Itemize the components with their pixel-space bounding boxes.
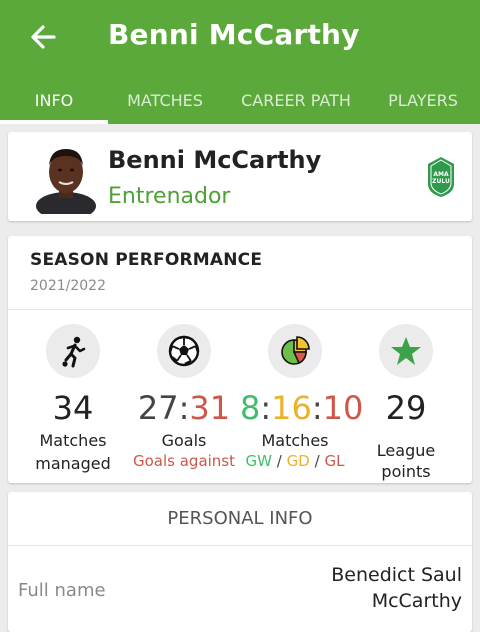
drawn-value: 16	[271, 389, 312, 427]
legend-slash: /	[314, 452, 320, 470]
soccer-ball-icon	[157, 324, 211, 378]
coach-role: Entrenador	[108, 184, 231, 209]
active-tab-indicator	[0, 120, 108, 124]
page-title: Benni McCarthy	[108, 18, 360, 51]
legend-slash: /	[276, 452, 282, 470]
svg-text:ZULU: ZULU	[432, 178, 450, 185]
season-performance-card: SEASON PERFORMANCE 2021/2022 34 Matches …	[8, 236, 472, 483]
star-icon	[379, 324, 433, 378]
tab-info[interactable]: INFO	[0, 78, 108, 124]
tab-players[interactable]: PLAYERS	[370, 78, 476, 124]
app-bar: Benni McCarthy INFO MATCHES CAREER PATH …	[0, 0, 480, 124]
results-legend: GW / GD / GL	[240, 451, 350, 472]
stat-matches-managed: 34 Matches managed	[18, 324, 128, 474]
matches-managed-value: 34	[52, 389, 94, 427]
results-label: Matches	[261, 431, 329, 450]
divider	[8, 309, 472, 310]
player-running-icon	[46, 324, 100, 378]
tab-matches[interactable]: MATCHES	[108, 78, 222, 124]
gl-label: GL	[324, 452, 345, 470]
stat-match-results: 8:16:10 Matches GW / GD / GL	[240, 324, 363, 472]
avatar	[36, 149, 96, 214]
svg-text:AMA: AMA	[433, 171, 449, 178]
divider	[8, 545, 472, 546]
league-points-value: 29	[385, 389, 427, 427]
full-name-value: Benedict Saul McCarthy	[331, 564, 462, 612]
goals-separator: :	[178, 389, 190, 427]
results-separator: :	[260, 389, 272, 427]
gd-label: GD	[286, 452, 310, 470]
season-year: 2021/2022	[30, 278, 106, 294]
tab-bar: INFO MATCHES CAREER PATH PLAYERS	[0, 78, 480, 124]
full-name-label: Full name	[18, 580, 106, 601]
back-arrow-icon[interactable]	[26, 20, 60, 54]
goals-label: Goals	[161, 431, 207, 450]
goals-for-value: 27	[137, 389, 179, 427]
matches-managed-label: Matches	[39, 431, 107, 450]
won-value: 8	[240, 389, 261, 427]
goals-against-label: Goals against	[132, 452, 236, 470]
stat-league-points: 29 League points	[351, 324, 461, 482]
league-points-label: League points	[376, 441, 436, 481]
results-separator: :	[311, 389, 323, 427]
coach-card: Benni McCarthy Entrenador AMA ZULU	[8, 132, 472, 221]
matches-managed-sublabel: managed	[35, 454, 111, 473]
tab-career-path[interactable]: CAREER PATH	[222, 78, 370, 124]
stat-goals: 27:31 Goals Goals against	[129, 324, 239, 472]
club-badge-icon[interactable]: AMA ZULU	[426, 156, 456, 198]
pie-chart-icon	[268, 324, 322, 378]
coach-name: Benni McCarthy	[108, 146, 322, 174]
personal-info-title: PERSONAL INFO	[167, 508, 313, 529]
season-title: SEASON PERFORMANCE	[30, 250, 263, 270]
results-value: 8:16:10	[240, 388, 363, 428]
personal-info-card: PERSONAL INFO Full name Benedict Saul Mc…	[8, 492, 472, 632]
goals-against-value: 31	[189, 389, 231, 427]
goals-value: 27:31	[129, 388, 239, 428]
gw-label: GW	[245, 452, 273, 470]
